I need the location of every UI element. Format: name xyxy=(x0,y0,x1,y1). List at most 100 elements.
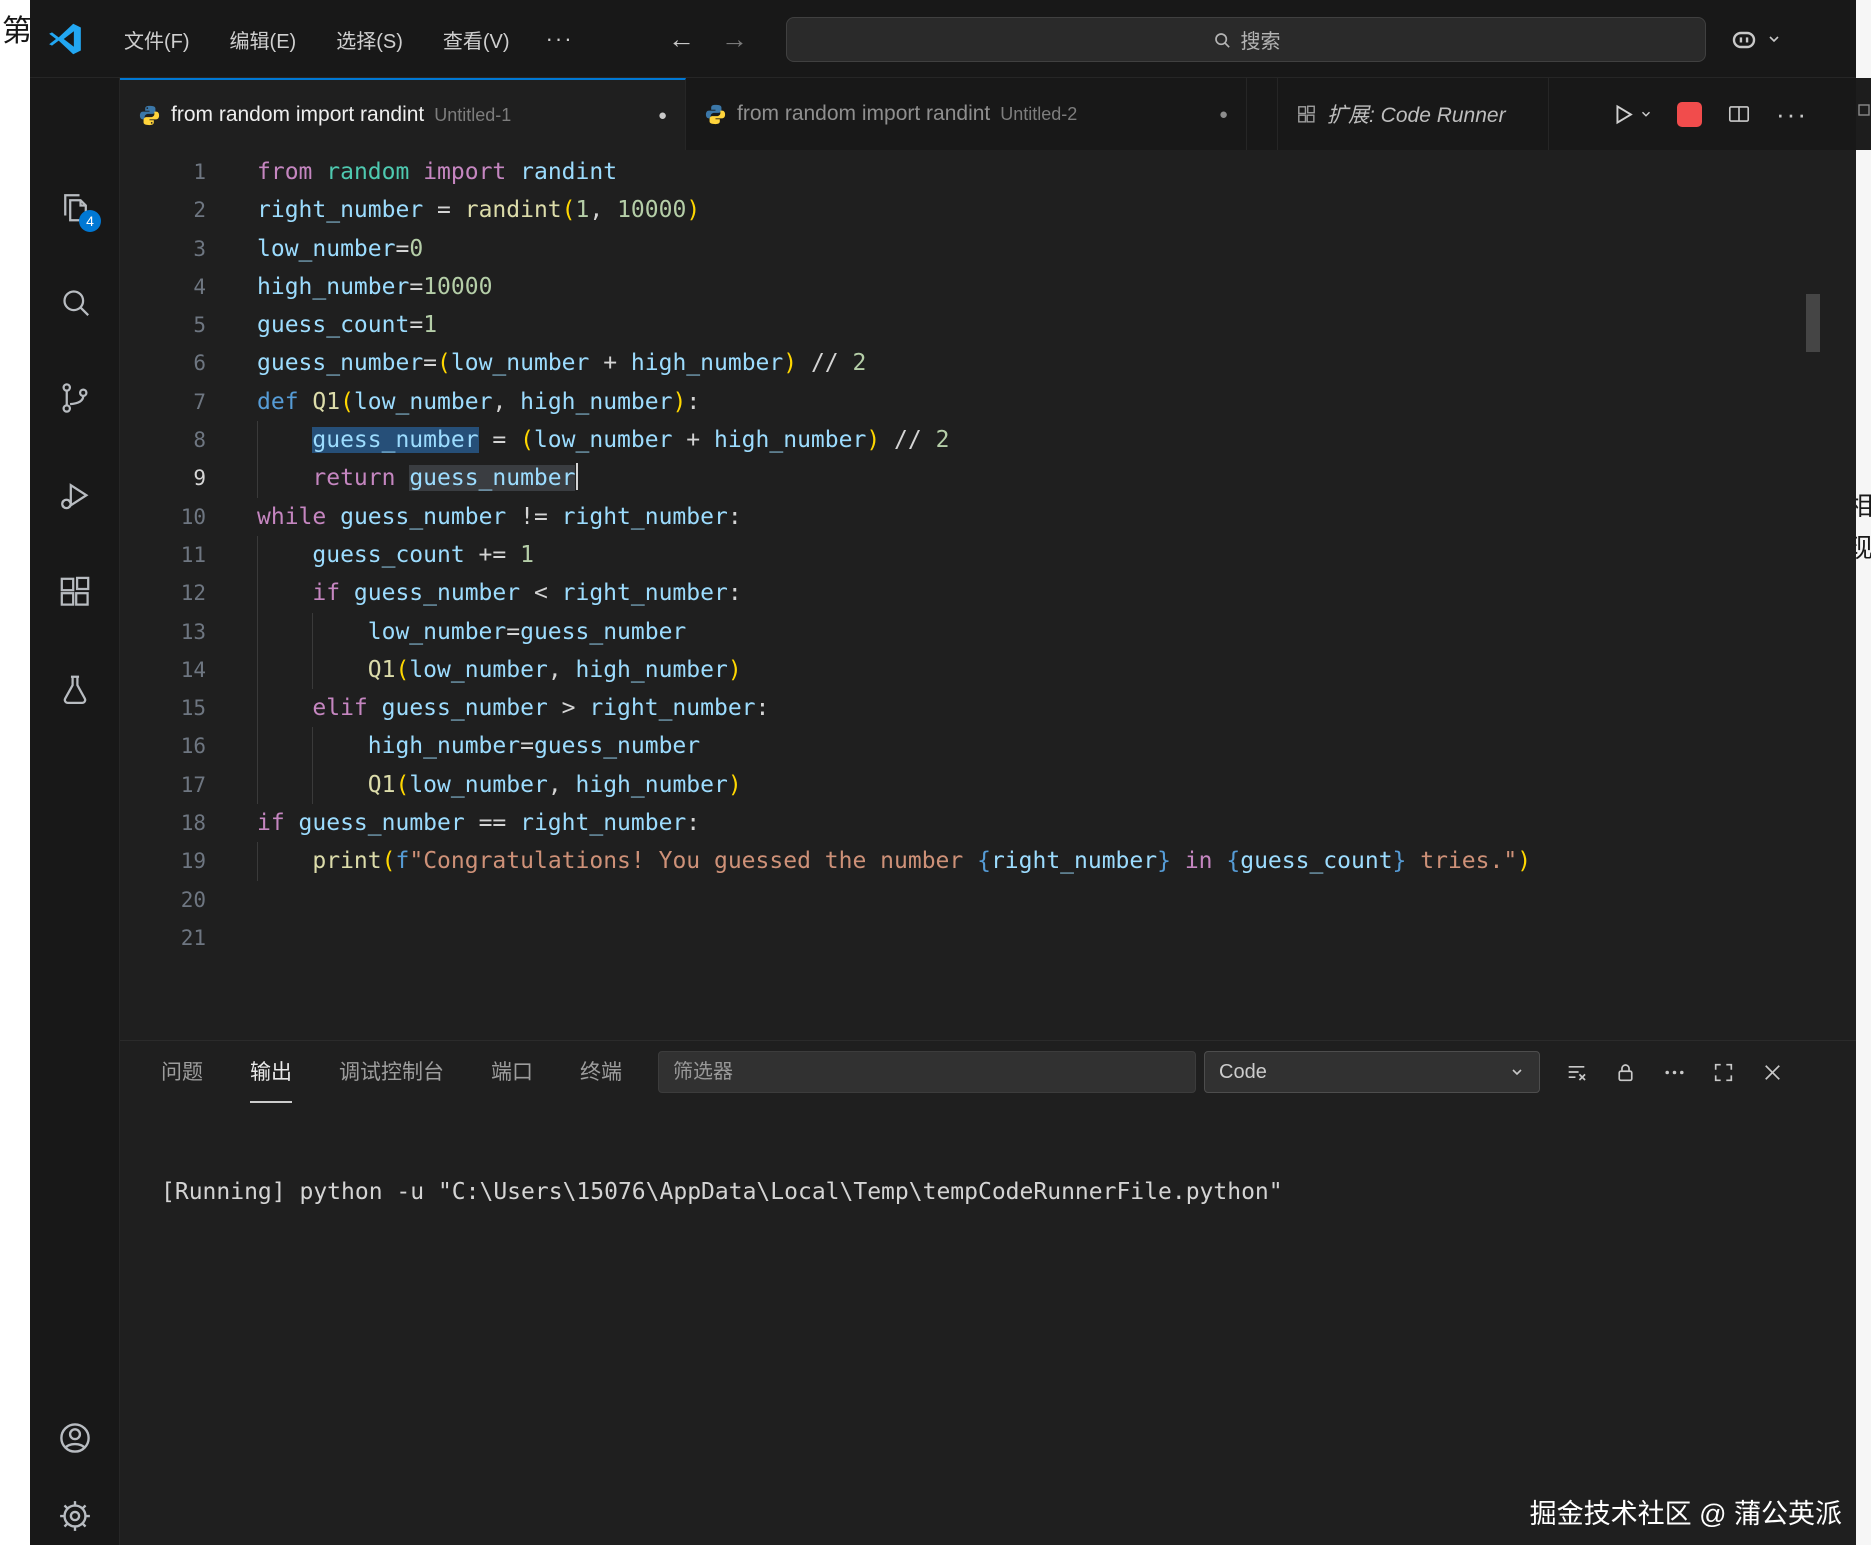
chevron-down-icon[interactable] xyxy=(1766,31,1782,47)
panel-tab-ports[interactable]: 端口 xyxy=(491,1041,533,1103)
bottom-panel: 问题 输出 调试控制台 端口 终端 Code xyxy=(120,1040,1856,1545)
code-line[interactable]: 8guess_number = (low_number + high_numbe… xyxy=(120,421,1856,459)
code-line[interactable]: 16high_number=guess_number xyxy=(120,727,1856,765)
clear-output-icon[interactable] xyxy=(1564,1060,1589,1085)
panel-tab-output[interactable]: 输出 xyxy=(250,1041,292,1103)
panel-tab-problems[interactable]: 问题 xyxy=(161,1041,203,1103)
run-debug-icon[interactable] xyxy=(53,474,97,518)
output-channel-select[interactable]: Code xyxy=(1204,1051,1540,1093)
modified-indicator[interactable]: ● xyxy=(658,107,667,124)
settings-gear-icon[interactable] xyxy=(53,1494,97,1538)
stop-button[interactable] xyxy=(1677,102,1702,127)
code-token: high_number xyxy=(520,389,672,415)
editor-scrollbar-thumb[interactable] xyxy=(1806,294,1820,352)
menu-selection[interactable]: 选择(S) xyxy=(316,17,423,62)
explorer-icon[interactable]: 4 xyxy=(53,186,97,230)
code-token: if xyxy=(312,580,354,606)
background-window-left: 第 xyxy=(0,0,30,1545)
code-token: = xyxy=(520,733,534,759)
line-number[interactable]: 10 xyxy=(120,498,230,536)
output-filter-input[interactable] xyxy=(658,1051,1196,1093)
python-icon xyxy=(704,103,727,126)
code-line[interactable]: 18if guess_number == right_number: xyxy=(120,804,1856,842)
line-number[interactable]: 18 xyxy=(120,804,230,842)
code-token: = xyxy=(409,274,423,300)
menu-more-button[interactable]: ··· xyxy=(530,18,590,60)
line-number[interactable]: 1 xyxy=(120,153,230,191)
extensions-icon[interactable] xyxy=(53,570,97,614)
menu-view[interactable]: 查看(V) xyxy=(423,17,530,62)
code-line[interactable]: 6guess_number=(low_number + high_number)… xyxy=(120,344,1856,382)
code-token: ) xyxy=(866,427,880,453)
line-number[interactable]: 21 xyxy=(120,919,230,957)
line-number[interactable]: 16 xyxy=(120,727,230,765)
maximize-panel-icon[interactable] xyxy=(1711,1060,1736,1085)
code-line[interactable]: 7def Q1(low_number, high_number): xyxy=(120,383,1856,421)
line-number[interactable]: 5 xyxy=(120,306,230,344)
tab-untitled-1[interactable]: from random import randint Untitled-1 ● xyxy=(120,78,686,150)
code-token: { xyxy=(1226,848,1240,874)
code-line[interactable]: 15elif guess_number > right_number: xyxy=(120,689,1856,727)
line-number[interactable]: 20 xyxy=(120,881,230,919)
account-icon[interactable] xyxy=(53,1416,97,1460)
back-button[interactable]: ← xyxy=(668,24,695,55)
source-control-icon[interactable] xyxy=(53,376,97,420)
code-line[interactable]: 12if guess_number < right_number: xyxy=(120,574,1856,612)
line-number[interactable]: 11 xyxy=(120,536,230,574)
code-line[interactable]: 1from random import randint xyxy=(120,153,1856,191)
forward-button[interactable]: → xyxy=(721,24,748,55)
line-number[interactable]: 7 xyxy=(120,383,230,421)
copilot-icon[interactable] xyxy=(1728,23,1760,55)
command-center-search[interactable]: 搜索 xyxy=(786,17,1706,62)
code-line[interactable]: 21 xyxy=(120,919,1856,957)
code-token: == xyxy=(465,810,520,836)
line-number[interactable]: 17 xyxy=(120,766,230,804)
line-number[interactable]: 8 xyxy=(120,421,230,459)
code-token: right_number xyxy=(589,695,755,721)
split-editor-icon[interactable] xyxy=(1726,101,1752,127)
line-number[interactable]: 19 xyxy=(120,842,230,880)
line-number[interactable]: 4 xyxy=(120,268,230,306)
code-line[interactable]: 10while guess_number != right_number: xyxy=(120,498,1856,536)
code-line[interactable]: 3low_number=0 xyxy=(120,230,1856,268)
line-number[interactable]: 13 xyxy=(120,613,230,651)
run-dropdown-chevron-icon[interactable] xyxy=(1639,107,1653,121)
code-editor[interactable]: 1from random import randint2right_number… xyxy=(120,150,1856,1040)
code-line[interactable]: 20 xyxy=(120,881,1856,919)
search-sidebar-icon[interactable] xyxy=(53,280,97,324)
line-number[interactable]: 14 xyxy=(120,651,230,689)
scroll-lock-icon[interactable] xyxy=(1613,1060,1638,1085)
code-line[interactable]: 11guess_count += 1 xyxy=(120,536,1856,574)
panel-tab-debug-console[interactable]: 调试控制台 xyxy=(339,1041,444,1103)
more-actions-button[interactable]: ··· xyxy=(1776,99,1808,130)
line-number[interactable]: 2 xyxy=(120,191,230,229)
code-token: low_number xyxy=(257,236,395,262)
code-token: } xyxy=(1157,848,1171,874)
code-token: : xyxy=(728,580,742,606)
menu-file[interactable]: 文件(F) xyxy=(104,17,210,62)
line-number[interactable]: 3 xyxy=(120,230,230,268)
code-line[interactable]: 4high_number=10000 xyxy=(120,268,1856,306)
line-number[interactable]: 9 xyxy=(120,459,230,497)
testing-icon[interactable] xyxy=(53,668,97,712)
panel-more-actions-icon[interactable] xyxy=(1662,1060,1687,1085)
modified-indicator[interactable]: ● xyxy=(1219,106,1228,123)
code-line[interactable]: 17Q1(low_number, high_number) xyxy=(120,766,1856,804)
code-line[interactable]: 9return guess_number xyxy=(120,459,1856,497)
line-number[interactable]: 15 xyxy=(120,689,230,727)
code-line[interactable]: 14Q1(low_number, high_number) xyxy=(120,651,1856,689)
code-line[interactable]: 5guess_count=1 xyxy=(120,306,1856,344)
panel-tab-terminal[interactable]: 终端 xyxy=(580,1041,622,1103)
code-line[interactable]: 2right_number = randint(1, 10000) xyxy=(120,191,1856,229)
menu-edit[interactable]: 编辑(E) xyxy=(210,17,317,62)
tab-detail: Untitled-2 xyxy=(1000,104,1077,125)
tab-code-runner-extension[interactable]: 扩展: Code Runner xyxy=(1277,78,1549,150)
code-line[interactable]: 19print(f"Congratulations! You guessed t… xyxy=(120,842,1856,880)
tab-untitled-2[interactable]: from random import randint Untitled-2 ● xyxy=(686,78,1247,150)
line-number[interactable]: 6 xyxy=(120,344,230,382)
code-token: // xyxy=(797,350,852,376)
close-panel-icon[interactable] xyxy=(1760,1060,1785,1085)
code-line[interactable]: 13low_number=guess_number xyxy=(120,613,1856,651)
line-number[interactable]: 12 xyxy=(120,574,230,612)
run-code-button[interactable] xyxy=(1609,101,1653,128)
